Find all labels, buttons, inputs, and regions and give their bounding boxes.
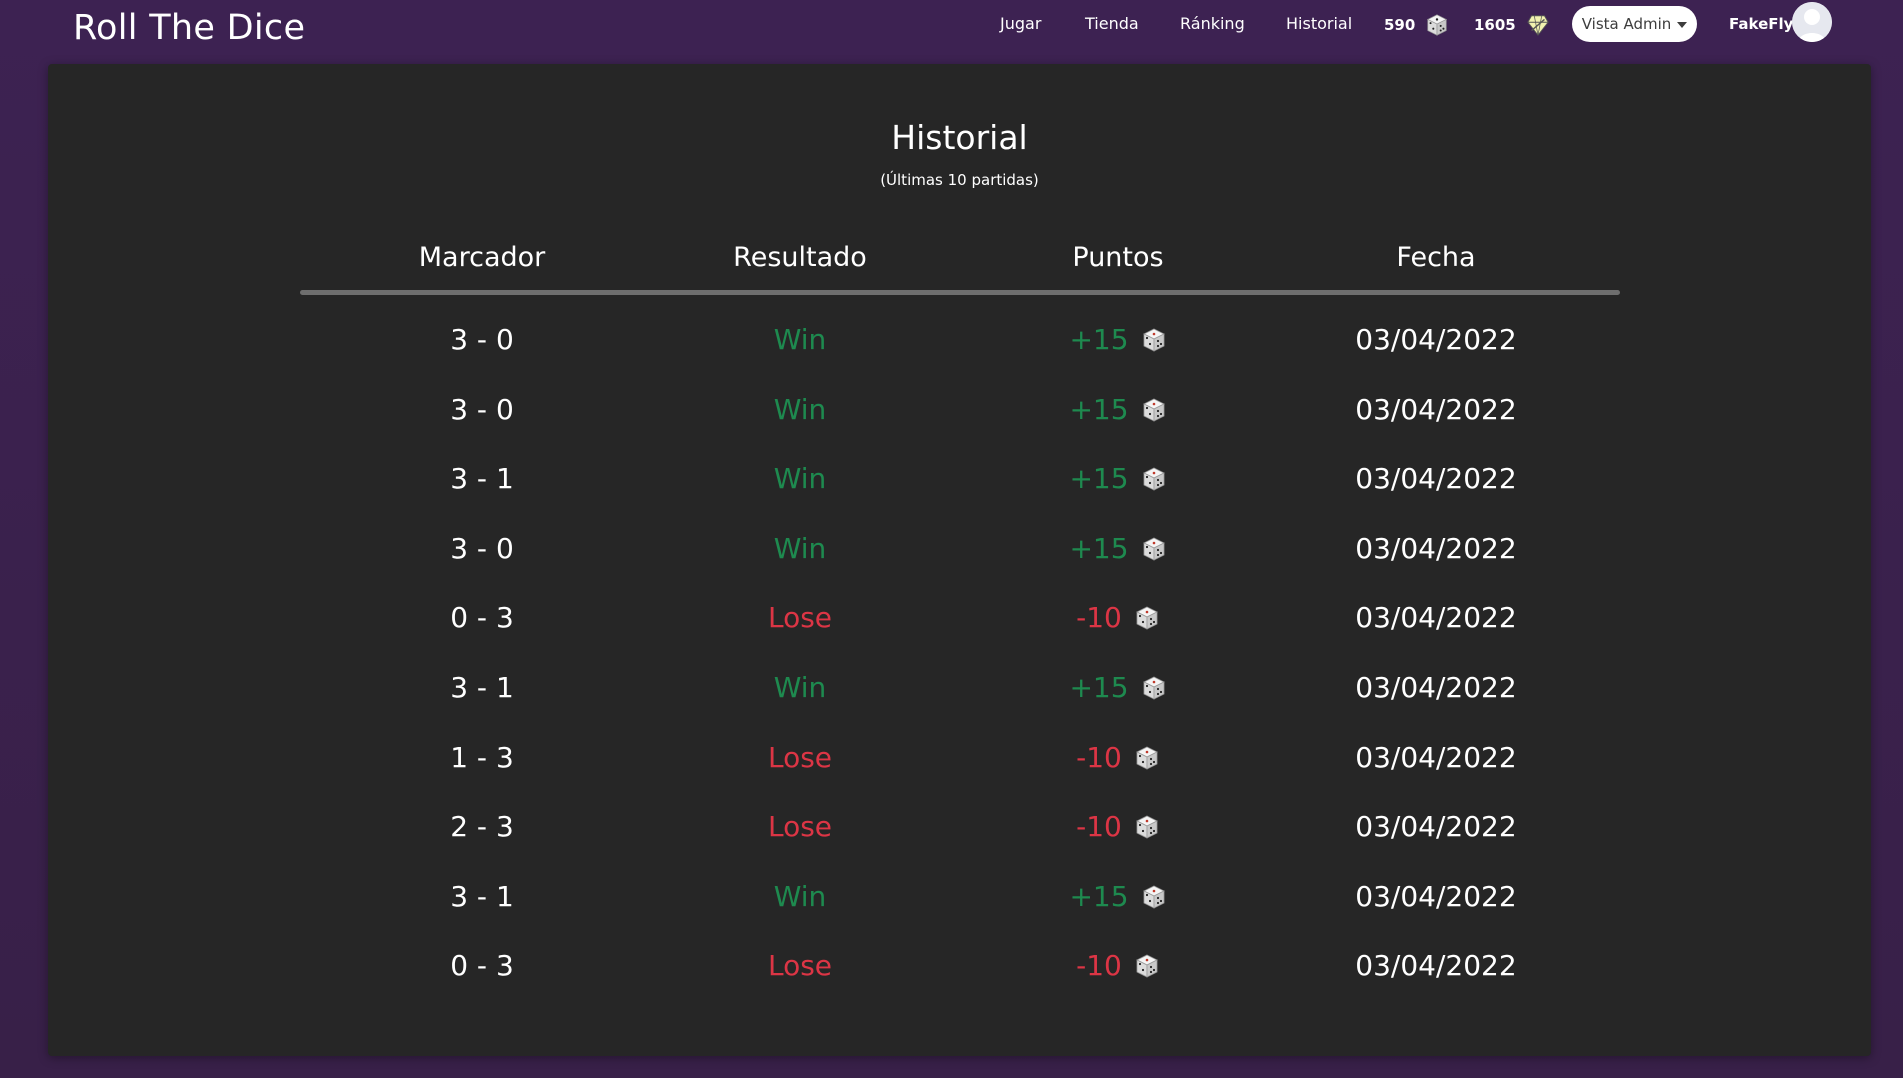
- dice-icon: [1135, 606, 1158, 630]
- header-divider: [300, 290, 1620, 295]
- points-cell: -10: [959, 799, 1277, 855]
- dice-icon: [1135, 954, 1158, 978]
- admin-view-label: Vista Admin: [1581, 15, 1672, 33]
- result-cell: Win: [773, 671, 827, 704]
- points-value: +15: [1069, 671, 1129, 704]
- header-resultado: Resultado: [733, 242, 867, 273]
- table-row: 3 - 0 Win +15 03/04/2022: [300, 312, 1620, 368]
- dice-icon: [1142, 328, 1165, 352]
- points-value: +15: [1069, 462, 1129, 495]
- date-cell: 03/04/2022: [1355, 462, 1517, 495]
- trophy-balance: 1605: [1474, 13, 1550, 37]
- date-cell: 03/04/2022: [1355, 741, 1517, 774]
- date-cell: 03/04/2022: [1355, 949, 1517, 982]
- dice-icon: [1135, 746, 1158, 770]
- points-cell: +15: [959, 660, 1277, 716]
- points-value: +15: [1069, 532, 1129, 565]
- date-cell: 03/04/2022: [1355, 671, 1517, 704]
- dice-icon: [1142, 467, 1165, 491]
- table-row: 3 - 0 Win +15 03/04/2022: [300, 382, 1620, 438]
- points-value: -10: [1076, 810, 1122, 843]
- points-cell: +15: [959, 382, 1277, 438]
- header-fecha: Fecha: [1396, 242, 1476, 273]
- result-cell: Lose: [767, 949, 833, 982]
- result-cell: Lose: [767, 741, 833, 774]
- dice-icon: [1427, 14, 1448, 36]
- points-cell: +15: [959, 869, 1277, 925]
- points-value: -10: [1076, 949, 1122, 982]
- score-cell: 3 - 1: [450, 462, 514, 495]
- date-cell: 03/04/2022: [1355, 880, 1517, 913]
- points-cell: -10: [959, 730, 1277, 786]
- result-cell: Win: [773, 880, 827, 913]
- table-row: 1 - 3 Lose -10 03/04/2022: [300, 730, 1620, 786]
- result-cell: Win: [773, 323, 827, 356]
- dice-icon: [1142, 885, 1165, 909]
- points-cell: +15: [959, 451, 1277, 507]
- table-row: 3 - 0 Win +15 03/04/2022: [300, 521, 1620, 577]
- trophy-count: 1605: [1474, 16, 1516, 34]
- points-cell: +15: [959, 521, 1277, 577]
- table-row: 3 - 1 Win +15 03/04/2022: [300, 451, 1620, 507]
- avatar[interactable]: [1792, 2, 1832, 42]
- dice-icon: [1142, 398, 1165, 422]
- navbar: Roll The Dice Jugar Tienda Ránking Histo…: [0, 0, 1903, 54]
- result-cell: Win: [773, 462, 827, 495]
- result-cell: Win: [773, 393, 827, 426]
- brand-logo[interactable]: Roll The Dice: [73, 6, 305, 50]
- table-row: 0 - 3 Lose -10 03/04/2022: [300, 590, 1620, 646]
- score-cell: 2 - 3: [450, 810, 514, 843]
- page-title: Historial: [891, 118, 1028, 157]
- dice-balance: 590: [1384, 13, 1449, 37]
- score-cell: 0 - 3: [450, 601, 514, 634]
- score-cell: 3 - 1: [450, 671, 514, 704]
- date-cell: 03/04/2022: [1355, 810, 1517, 843]
- history-card: Historial (Últimas 10 partidas) Marcador…: [48, 64, 1871, 1056]
- badge-icon: [1527, 15, 1549, 36]
- score-cell: 3 - 0: [450, 532, 514, 565]
- points-value: +15: [1069, 323, 1129, 356]
- username[interactable]: FakeFly: [1729, 14, 1793, 34]
- result-cell: Win: [773, 532, 827, 565]
- header-marcador: Marcador: [418, 242, 546, 273]
- result-cell: Lose: [767, 601, 833, 634]
- points-cell: -10: [959, 938, 1277, 994]
- points-value: +15: [1069, 880, 1129, 913]
- points-cell: -10: [959, 590, 1277, 646]
- dice-icon: [1135, 815, 1158, 839]
- points-value: -10: [1076, 741, 1122, 774]
- score-cell: 3 - 1: [450, 880, 514, 913]
- date-cell: 03/04/2022: [1355, 323, 1517, 356]
- table-row: 0 - 3 Lose -10 03/04/2022: [300, 938, 1620, 994]
- user-avatar-icon: [1792, 2, 1832, 42]
- dice-icon: [1142, 537, 1165, 561]
- table-row: 2 - 3 Lose -10 03/04/2022: [300, 799, 1620, 855]
- dice-icon: [1142, 676, 1165, 700]
- admin-view-dropdown[interactable]: Vista Admin: [1572, 6, 1697, 42]
- table-row: 3 - 1 Win +15 03/04/2022: [300, 869, 1620, 925]
- points-value: -10: [1076, 601, 1122, 634]
- result-cell: Lose: [767, 810, 833, 843]
- score-cell: 1 - 3: [450, 741, 514, 774]
- points-cell: +15: [959, 312, 1277, 368]
- date-cell: 03/04/2022: [1355, 601, 1517, 634]
- nav-tienda[interactable]: Tienda: [1085, 14, 1139, 34]
- points-value: +15: [1069, 393, 1129, 426]
- score-cell: 3 - 0: [450, 393, 514, 426]
- score-cell: 3 - 0: [450, 323, 514, 356]
- date-cell: 03/04/2022: [1355, 532, 1517, 565]
- dice-count: 590: [1384, 16, 1416, 34]
- header-puntos: Puntos: [1072, 242, 1164, 273]
- nav-ranking[interactable]: Ránking: [1180, 14, 1245, 34]
- caret-down-icon: [1677, 22, 1688, 28]
- date-cell: 03/04/2022: [1355, 393, 1517, 426]
- score-cell: 0 - 3: [450, 949, 514, 982]
- nav-historial[interactable]: Historial: [1286, 14, 1352, 34]
- page-subtitle: (Últimas 10 partidas): [880, 171, 1039, 189]
- nav-jugar[interactable]: Jugar: [1000, 14, 1041, 34]
- table-row: 3 - 1 Win +15 03/04/2022: [300, 660, 1620, 716]
